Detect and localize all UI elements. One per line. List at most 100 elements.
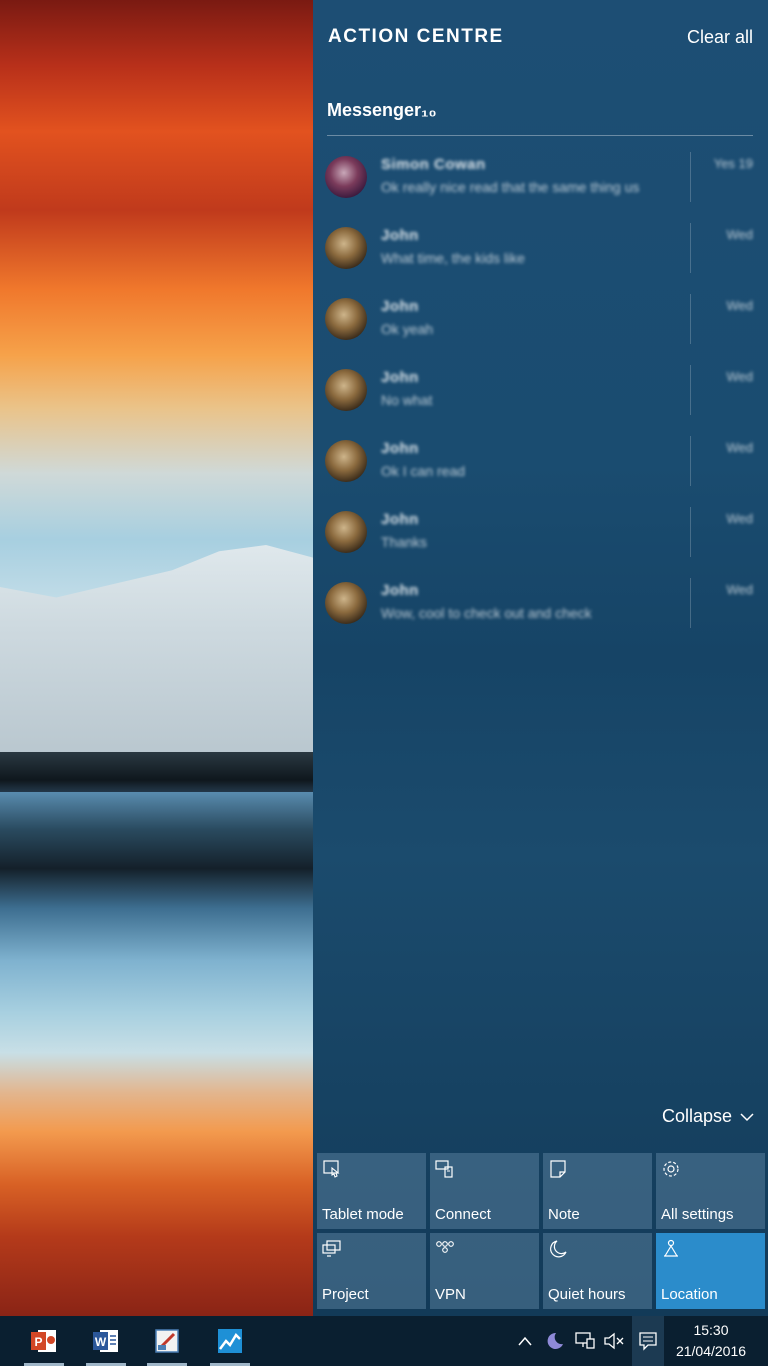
connect-icon <box>435 1160 453 1178</box>
location-icon <box>664 1239 678 1257</box>
notification-divider <box>690 152 691 202</box>
notification-divider <box>690 223 691 273</box>
notification-item[interactable]: John No what Wed <box>325 355 755 426</box>
notification-divider <box>690 294 691 344</box>
notification-sender: John <box>381 511 419 528</box>
tile-label: Project <box>322 1286 369 1303</box>
action-centre-button[interactable] <box>632 1316 664 1366</box>
taskbar-clock[interactable]: 15:30 21/04/2016 <box>666 1320 756 1362</box>
tile-all-settings[interactable]: All settings <box>656 1153 765 1229</box>
clear-all-button[interactable]: Clear all <box>687 27 753 48</box>
tile-label: Connect <box>435 1206 491 1223</box>
taskbar-app-powerpoint[interactable]: P <box>20 1316 68 1366</box>
tile-project[interactable]: Project <box>317 1233 426 1309</box>
tablet-mode-icon <box>323 1160 340 1178</box>
avatar <box>325 582 367 624</box>
action-centre-icon <box>639 1332 657 1351</box>
quick-actions-grid: Tablet mode Connect Note All settings Pr… <box>317 1153 765 1309</box>
notification-divider <box>690 436 691 486</box>
taskbar-app-chart[interactable] <box>206 1316 254 1366</box>
notification-time: Wed <box>726 369 754 384</box>
tile-location[interactable]: Location <box>656 1233 765 1309</box>
word-icon: W <box>93 1330 118 1352</box>
avatar <box>325 511 367 553</box>
notification-divider <box>690 365 691 415</box>
tile-quiet-hours[interactable]: Quiet hours <box>543 1233 652 1309</box>
collapse-label: Collapse <box>661 1106 732 1126</box>
notification-sender: John <box>381 227 419 244</box>
notification-group-header[interactable]: Messenger₁₀ <box>327 100 753 136</box>
notification-message: What time, the kids like <box>381 250 525 266</box>
notification-divider <box>690 507 691 557</box>
avatar <box>325 227 367 269</box>
notification-sender: John <box>381 582 419 599</box>
notification-time: Wed <box>726 227 754 242</box>
moon-icon <box>550 1240 567 1258</box>
notification-item[interactable]: John Ok yeah Wed <box>325 284 755 355</box>
tray-night-mode[interactable] <box>544 1329 566 1353</box>
notification-message: Wow, cool to check out and check <box>381 605 592 621</box>
notification-time: Wed <box>726 511 754 526</box>
paint-icon <box>155 1329 179 1353</box>
notification-item[interactable]: Simon Cowan Ok really nice read that the… <box>325 142 755 213</box>
tile-label: Location <box>661 1286 718 1303</box>
notification-time: Wed <box>726 440 754 455</box>
tile-vpn[interactable]: VPN <box>430 1233 539 1309</box>
tile-note[interactable]: Note <box>543 1153 652 1229</box>
notification-sender: John <box>381 440 419 457</box>
avatar <box>325 298 367 340</box>
tile-label: Note <box>548 1206 580 1223</box>
notification-time: Yes 19 <box>713 156 753 171</box>
tile-label: Quiet hours <box>548 1286 626 1303</box>
moon-icon <box>547 1332 563 1349</box>
notification-message: Ok really nice read that the same thing … <box>381 179 640 195</box>
tile-label: VPN <box>435 1286 466 1303</box>
network-icon <box>575 1332 595 1349</box>
notification-item[interactable]: John What time, the kids like Wed <box>325 213 755 284</box>
notification-message: Ok I can read <box>381 463 466 479</box>
tray-network[interactable] <box>574 1329 596 1353</box>
project-icon <box>322 1240 341 1257</box>
tray-volume[interactable] <box>603 1329 625 1353</box>
notification-sender: John <box>381 298 419 315</box>
notification-message: No what <box>381 392 433 408</box>
notification-group-title: Messenger₁₀ <box>327 100 437 120</box>
wallpaper-shoreline <box>0 752 313 792</box>
notification-item[interactable]: John Wow, cool to check out and check We… <box>325 568 755 639</box>
taskbar: P W 15:30 21/04/2016 <box>0 1316 768 1366</box>
collapse-button[interactable]: Collapse <box>662 1106 754 1127</box>
notification-message: Ok yeah <box>381 321 434 337</box>
notification-sender: John <box>381 369 419 386</box>
notification-message: Thanks <box>381 534 427 550</box>
chevron-up-icon <box>518 1336 532 1346</box>
tile-connect[interactable]: Connect <box>430 1153 539 1229</box>
notification-time: Wed <box>726 298 754 313</box>
wallpaper-mountain <box>0 545 313 755</box>
tile-label: All settings <box>661 1206 734 1223</box>
desktop-wallpaper <box>0 0 313 1316</box>
chevron-down-icon <box>740 1112 754 1121</box>
avatar <box>325 369 367 411</box>
avatar <box>325 440 367 482</box>
taskbar-app-paint[interactable] <box>143 1316 191 1366</box>
action-centre-title: ACTION CENTRE <box>328 26 504 47</box>
tile-tablet-mode[interactable]: Tablet mode <box>317 1153 426 1229</box>
notification-item[interactable]: John Thanks Wed <box>325 497 755 568</box>
note-icon <box>550 1160 566 1178</box>
notification-sender: Simon Cowan <box>381 156 486 173</box>
tile-label: Tablet mode <box>322 1206 404 1223</box>
avatar <box>325 156 367 198</box>
action-centre-panel: ACTION CENTRE Clear all Messenger₁₀ Simo… <box>313 0 768 1316</box>
notification-item[interactable]: John Ok I can read Wed <box>325 426 755 497</box>
clock-date: 21/04/2016 <box>675 1343 747 1359</box>
notification-time: Wed <box>726 582 754 597</box>
volume-muted-icon <box>604 1332 624 1350</box>
chart-app-icon <box>218 1329 242 1353</box>
taskbar-app-word[interactable]: W <box>82 1316 130 1366</box>
notification-divider <box>690 578 691 628</box>
svg-text:P: P <box>34 1335 42 1349</box>
tray-overflow-button[interactable] <box>514 1329 536 1353</box>
svg-text:W: W <box>95 1335 107 1349</box>
vpn-icon <box>436 1241 454 1253</box>
notification-list: Simon Cowan Ok really nice read that the… <box>325 142 755 639</box>
